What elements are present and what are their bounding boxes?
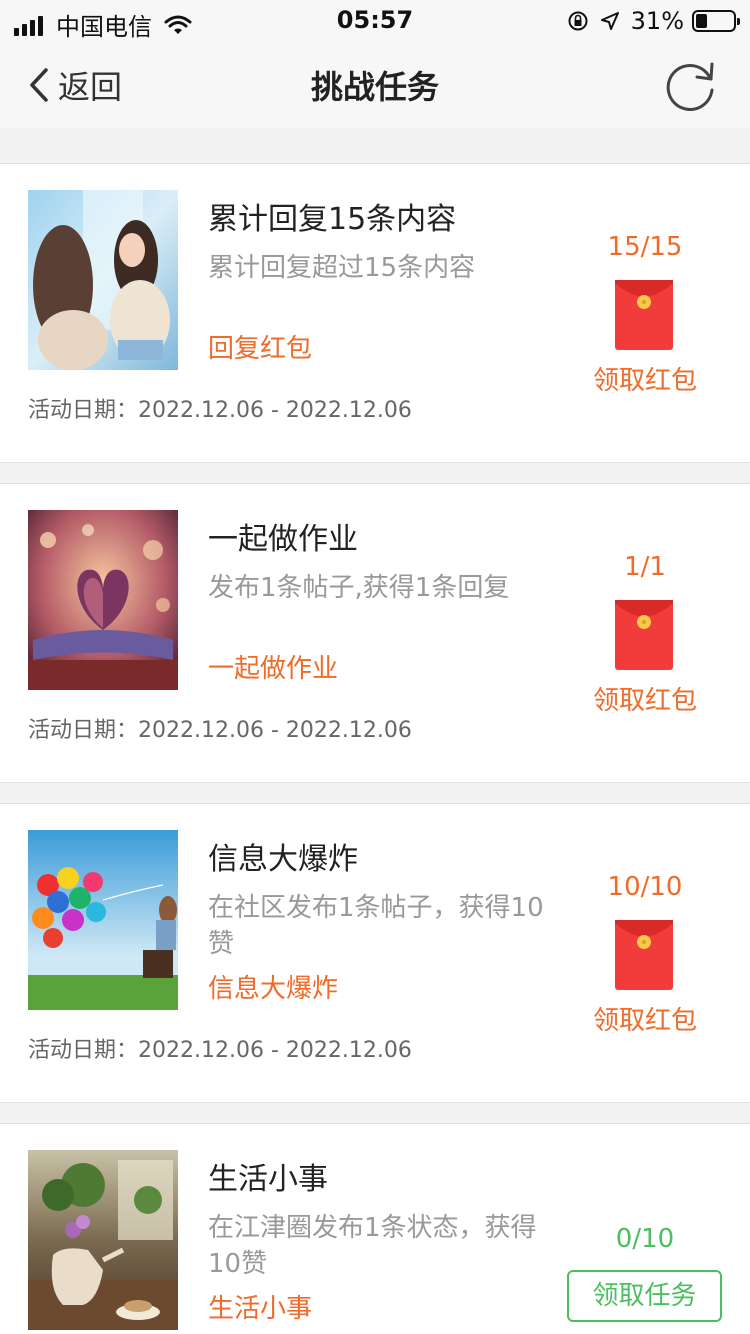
task-card: 一起做作业 发布1条帖子,获得1条回复 一起做作业 活动日期：2022.12.0… bbox=[0, 483, 750, 783]
task-title: 生活小事 bbox=[208, 1162, 328, 1197]
task-card: 生活小事 在江津圈发布1条状态，获得10赞 生活小事 0/10 领取任务 bbox=[0, 1123, 750, 1334]
claim-red-packet-button[interactable]: 领取红包 bbox=[560, 360, 730, 397]
claim-red-packet-button[interactable]: 领取红包 bbox=[560, 680, 730, 717]
task-reward-tag: 信息大爆炸 bbox=[208, 974, 339, 1004]
orientation-lock-icon bbox=[568, 11, 588, 31]
red-packet-icon[interactable] bbox=[615, 280, 673, 350]
task-description: 在社区发布1条帖子，获得10赞 bbox=[208, 893, 544, 959]
task-date: 活动日期：2022.12.06 - 2022.12.06 bbox=[28, 1038, 412, 1063]
task-reward-tag: 一起做作业 bbox=[208, 654, 339, 684]
task-card: 累计回复15条内容 累计回复超过15条内容 回复红包 活动日期：2022.12.… bbox=[0, 163, 750, 463]
location-arrow-icon bbox=[600, 12, 619, 30]
task-progress: 1/1 bbox=[624, 552, 666, 582]
status-right: 31% bbox=[567, 7, 740, 35]
status-bar: 中国电信 05:57 31% bbox=[0, 0, 750, 41]
red-packet-icon[interactable] bbox=[615, 920, 673, 990]
task-date: 活动日期：2022.12.06 - 2022.12.06 bbox=[28, 398, 412, 423]
task-reward-tag: 生活小事 bbox=[208, 1294, 313, 1324]
claim-red-packet-button[interactable]: 领取红包 bbox=[560, 1000, 730, 1037]
task-card: 信息大爆炸 在社区发布1条帖子，获得10赞 信息大爆炸 活动日期：2022.12… bbox=[0, 803, 750, 1103]
task-date: 活动日期：2022.12.06 - 2022.12.06 bbox=[28, 718, 412, 743]
task-progress: 0/10 bbox=[615, 1224, 675, 1254]
task-progress: 10/10 bbox=[607, 872, 683, 902]
red-packet-icon[interactable] bbox=[615, 600, 673, 670]
task-thumbnail-image bbox=[28, 190, 178, 370]
task-thumbnail-image bbox=[28, 830, 178, 1010]
task-title: 一起做作业 bbox=[208, 522, 358, 557]
task-thumbnail-image bbox=[28, 1150, 178, 1330]
task-reward-tag: 回复红包 bbox=[208, 334, 313, 364]
battery-percent: 31% bbox=[630, 7, 684, 35]
battery-icon bbox=[692, 10, 740, 32]
accept-task-button[interactable]: 领取任务 bbox=[567, 1270, 722, 1322]
task-description: 发布1条帖子,获得1条回复 bbox=[208, 573, 510, 603]
page-title: 挑战任务 bbox=[310, 68, 439, 106]
task-title: 信息大爆炸 bbox=[208, 842, 358, 877]
task-description: 累计回复超过15条内容 bbox=[208, 253, 476, 283]
task-progress: 15/15 bbox=[607, 232, 683, 262]
task-title: 累计回复15条内容 bbox=[208, 202, 457, 237]
task-thumbnail-image bbox=[28, 510, 178, 690]
nav-bar: 返回 挑战任务 bbox=[0, 40, 750, 128]
refresh-icon[interactable] bbox=[662, 56, 720, 114]
task-description: 在江津圈发布1条状态，获得10赞 bbox=[208, 1213, 537, 1279]
